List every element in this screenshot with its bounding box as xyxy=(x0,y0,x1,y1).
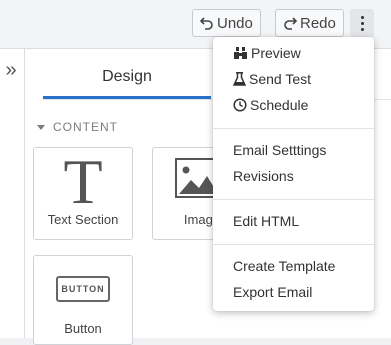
undo-label: Undo xyxy=(217,14,253,32)
vertical-ellipsis-icon xyxy=(360,15,364,19)
redo-label: Redo xyxy=(300,14,336,32)
menu-item-send-test[interactable]: Send Test xyxy=(233,69,311,89)
undo-icon xyxy=(200,17,213,30)
more-options-button[interactable] xyxy=(350,9,374,37)
menu-item-label: Email Setttings xyxy=(233,142,327,158)
menu-item-label: Send Test xyxy=(249,71,312,87)
menu-item-label: Create Template xyxy=(233,258,336,274)
flask-icon xyxy=(233,72,246,86)
double-chevron-right-icon[interactable]: » xyxy=(0,58,22,82)
text-icon: T xyxy=(63,146,103,217)
left-sidebar xyxy=(0,49,25,338)
menu-divider xyxy=(213,128,374,129)
redo-button[interactable]: Redo xyxy=(275,9,344,37)
menu-item-create-template[interactable]: Create Template xyxy=(233,256,335,276)
menu-item-export-email[interactable]: Export Email xyxy=(233,282,312,302)
menu-item-label: Export Email xyxy=(233,284,313,300)
menu-divider xyxy=(213,199,374,200)
menu-item-edit-html[interactable]: Edit HTML xyxy=(233,211,299,231)
text-section-label: Text Section xyxy=(47,212,119,227)
menu-item-label: Revisions xyxy=(233,168,294,184)
button-card[interactable]: BUTTON Button xyxy=(33,255,133,345)
menu-divider xyxy=(213,244,374,245)
more-options-menu: Preview Send Test Schedule Email Setttin… xyxy=(213,37,374,311)
content-section-title: CONTENT xyxy=(53,120,118,134)
menu-item-label: Edit HTML xyxy=(233,213,300,229)
redo-icon xyxy=(284,17,297,30)
menu-item-schedule[interactable]: Schedule xyxy=(233,95,308,115)
menu-item-preview[interactable]: Preview xyxy=(233,43,301,63)
clock-icon xyxy=(233,98,247,112)
menu-item-label: Preview xyxy=(251,45,301,61)
menu-item-label: Schedule xyxy=(250,97,309,113)
menu-item-email-settings[interactable]: Email Setttings xyxy=(233,140,326,160)
text-section-card[interactable]: T Text Section xyxy=(33,147,133,240)
content-section-header[interactable]: CONTENT xyxy=(37,120,118,134)
menu-item-revisions[interactable]: Revisions xyxy=(233,166,294,186)
undo-button[interactable]: Undo xyxy=(192,9,261,37)
button-icon: BUTTON xyxy=(56,276,110,302)
button-label: Button xyxy=(64,321,102,336)
tab-design[interactable]: Design xyxy=(43,68,211,86)
caret-down-icon xyxy=(37,124,45,130)
binoculars-icon xyxy=(234,46,247,59)
